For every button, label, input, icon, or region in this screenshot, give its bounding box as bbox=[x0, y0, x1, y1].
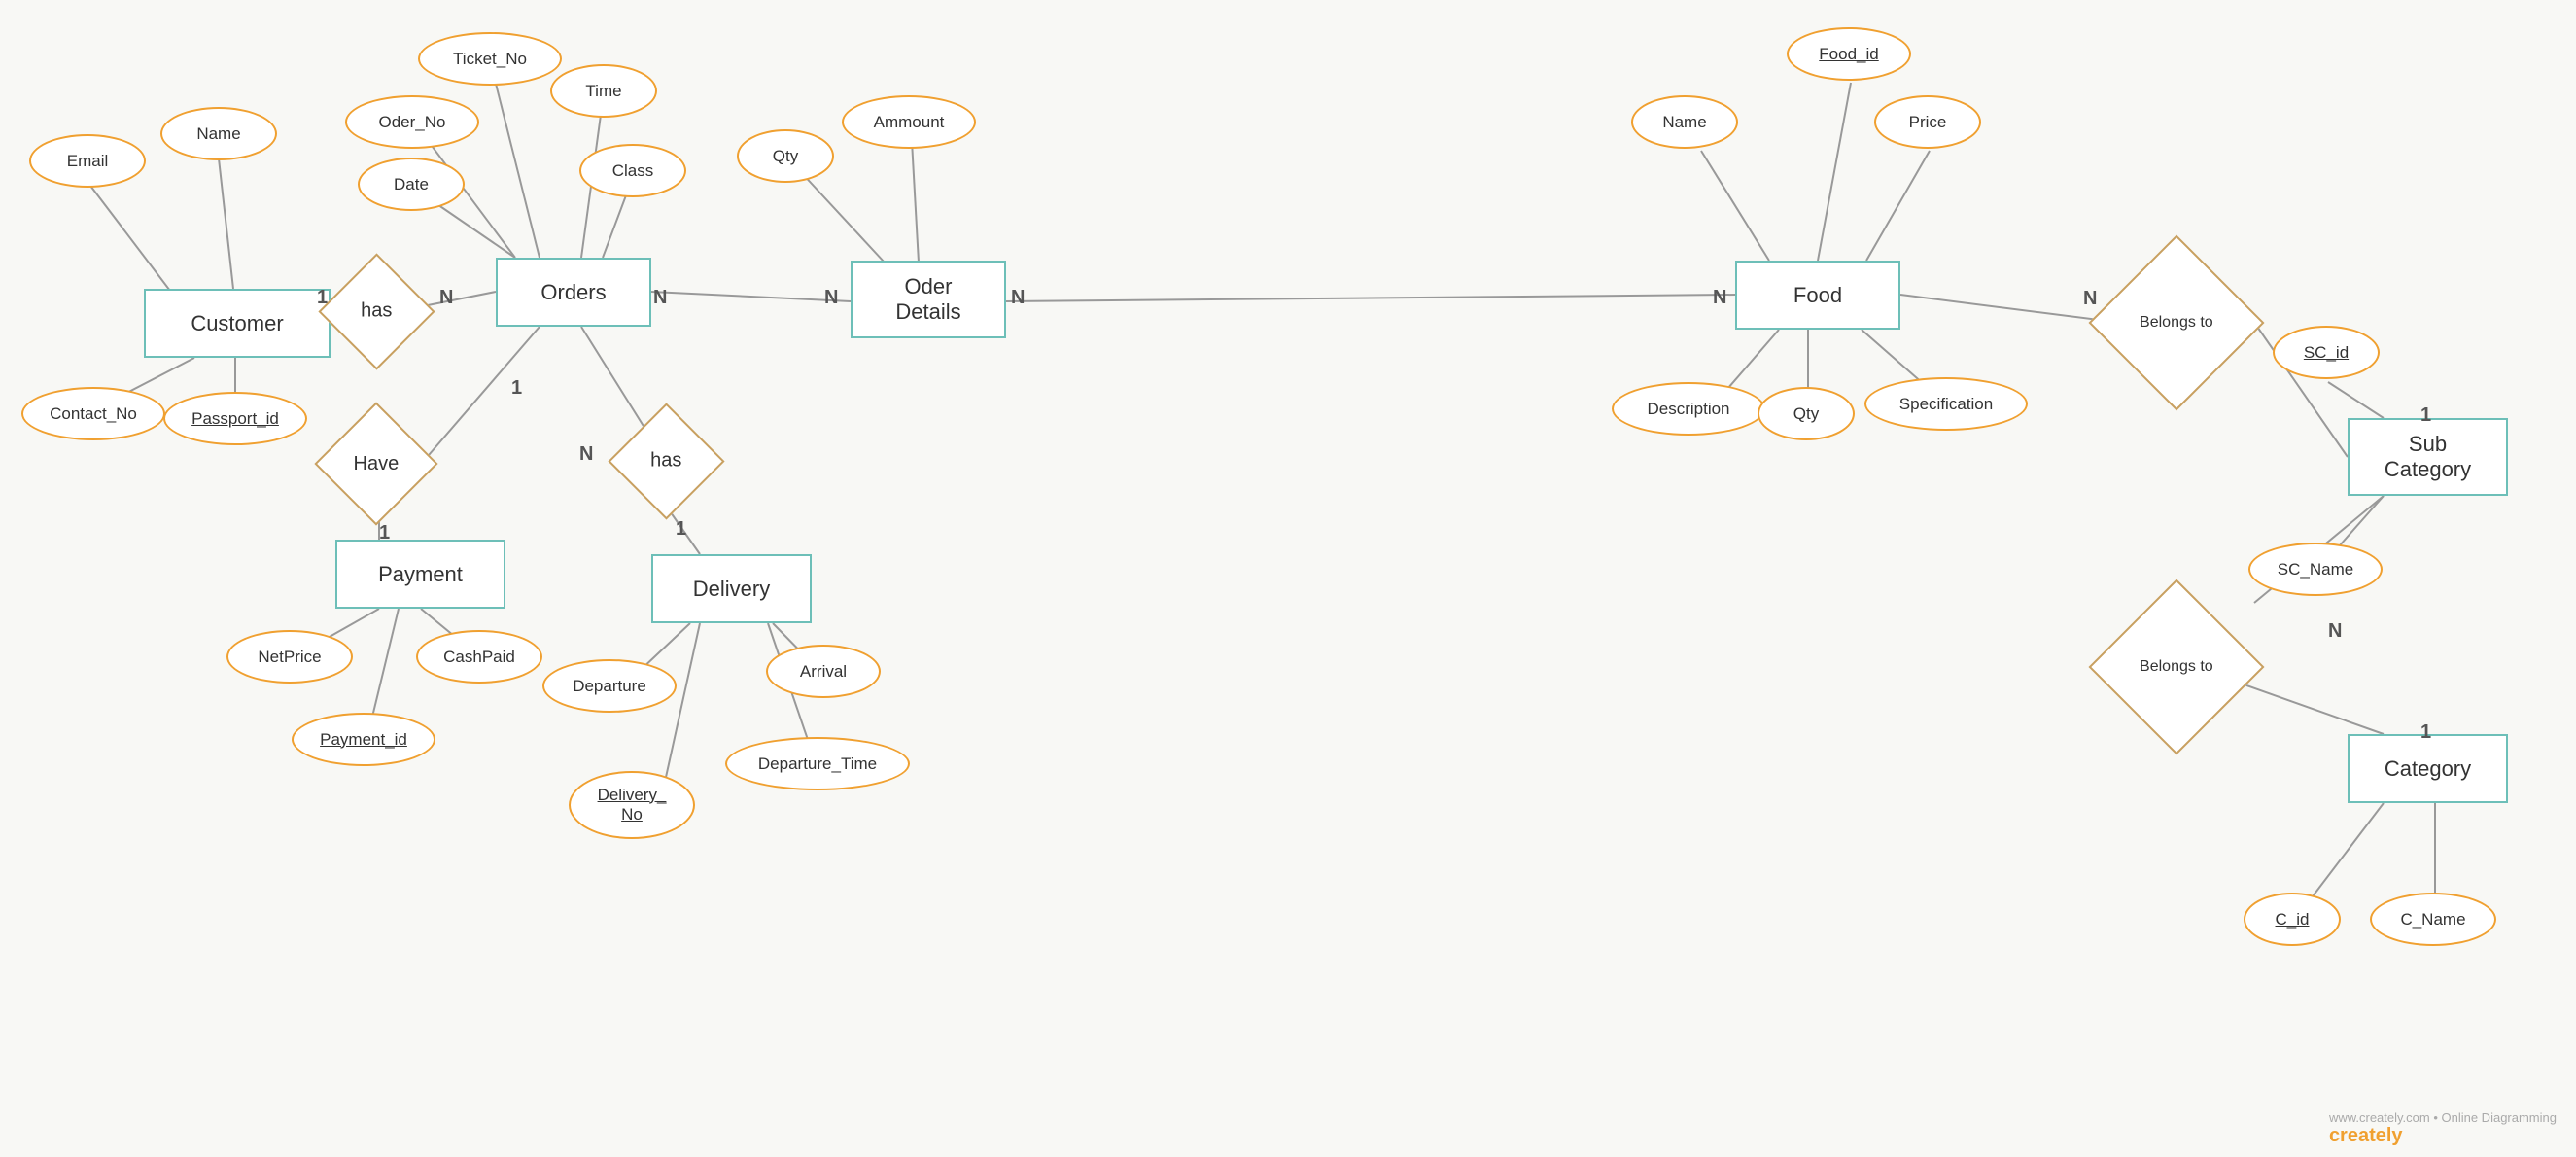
entity-oder-details: OderDetails bbox=[851, 261, 1006, 338]
cardinality-n-oder-details-food: N bbox=[1011, 287, 1025, 309]
entity-sub-category: SubCategory bbox=[2348, 418, 2508, 496]
attribute-sc-name: SC_Name bbox=[2248, 543, 2383, 596]
entity-delivery: Delivery bbox=[651, 554, 812, 623]
entity-payment: Payment bbox=[335, 540, 505, 609]
attribute-class: Class bbox=[579, 144, 686, 197]
cardinality-n-has-orders: N bbox=[439, 287, 453, 309]
attribute-oder-no: Oder_No bbox=[345, 95, 479, 149]
attribute-arrival: Arrival bbox=[766, 645, 881, 698]
attribute-netprice: NetPrice bbox=[226, 630, 353, 684]
attribute-contact-no: Contact_No bbox=[21, 387, 165, 440]
attribute-cashpaid: CashPaid bbox=[416, 630, 542, 684]
cardinality-1-orders-have: 1 bbox=[511, 377, 522, 400]
attribute-specification: Specification bbox=[1864, 377, 2028, 431]
entity-customer: Customer bbox=[144, 289, 331, 358]
cardinality-n-food-in: N bbox=[1713, 287, 1726, 309]
cardinality-n-orders-has2: N bbox=[579, 443, 593, 466]
attribute-name-customer: Name bbox=[160, 107, 277, 160]
attribute-passport-id: Passport_id bbox=[163, 392, 307, 445]
attribute-delivery-no: Delivery_No bbox=[569, 771, 695, 839]
cardinality-1-belongs-subcategory: 1 bbox=[2420, 404, 2431, 427]
cardinality-1-have-payment: 1 bbox=[379, 522, 390, 544]
attribute-price: Price bbox=[1874, 95, 1981, 149]
attribute-ticket-no: Ticket_No bbox=[418, 32, 562, 86]
watermark: www.creately.com • Online Diagramming cr… bbox=[2329, 1110, 2557, 1147]
entity-category: Category bbox=[2348, 734, 2508, 803]
attribute-description: Description bbox=[1612, 382, 1765, 436]
attribute-date: Date bbox=[358, 158, 465, 211]
attribute-qty-oder: Qty bbox=[737, 129, 834, 183]
attribute-time: Time bbox=[550, 64, 657, 118]
attribute-departure-time: Departure_Time bbox=[725, 737, 910, 790]
cardinality-1-belongs2-category: 1 bbox=[2420, 721, 2431, 744]
attribute-departure: Departure bbox=[542, 659, 677, 713]
attribute-email: Email bbox=[29, 134, 146, 188]
diagram-container: Customer Orders OderDetails Food Payment… bbox=[0, 0, 2576, 1157]
attribute-name-food: Name bbox=[1631, 95, 1738, 149]
attribute-c-name: C_Name bbox=[2370, 893, 2496, 946]
cardinality-n-oder-details-in: N bbox=[824, 287, 838, 309]
cardinality-n-orders-out: N bbox=[653, 287, 667, 309]
entity-food: Food bbox=[1735, 261, 1900, 330]
attribute-food-id: Food_id bbox=[1787, 27, 1911, 81]
cardinality-n-food-belongs: N bbox=[2083, 288, 2097, 310]
attribute-ammount: Ammount bbox=[842, 95, 976, 149]
attribute-sc-id: SC_id bbox=[2273, 326, 2380, 379]
attribute-qty-food: Qty bbox=[1758, 387, 1855, 440]
attribute-c-id: C_id bbox=[2244, 893, 2341, 946]
entity-orders: Orders bbox=[496, 258, 651, 327]
cardinality-1-has2-delivery: 1 bbox=[676, 518, 686, 541]
cardinality-n-subcategory-belongs2: N bbox=[2328, 620, 2342, 643]
cardinality-1-customer-has: 1 bbox=[317, 287, 328, 309]
attribute-payment-id: Payment_id bbox=[292, 713, 435, 766]
